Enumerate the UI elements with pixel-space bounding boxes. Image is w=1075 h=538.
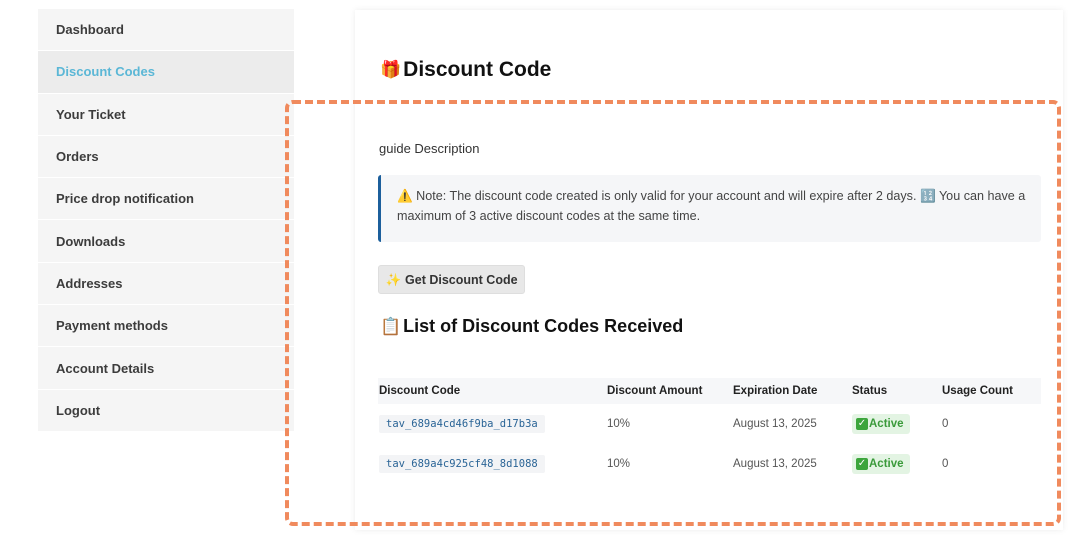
guide-description: guide Description <box>379 141 480 156</box>
table-row: tav_689a4c925cf48_8d1088 10% August 13, … <box>378 444 1041 484</box>
table-header: Discount Code Discount Amount Expiration… <box>378 378 1041 404</box>
sidebar-item-addresses[interactable]: Addresses <box>38 262 294 306</box>
page-title: 🎁 Discount Code <box>380 58 551 82</box>
sidebar-item-dashboard[interactable]: Dashboard <box>38 9 294 52</box>
discount-amount: 10% <box>607 458 631 470</box>
expiration-date: August 13, 2025 <box>733 458 817 470</box>
page-title-text: Discount Code <box>403 58 552 81</box>
usage-count: 0 <box>942 458 949 470</box>
sparkles-icon: ✨ <box>385 271 402 287</box>
sidebar-item-payment-methods[interactable]: Payment methods <box>38 305 294 348</box>
get-discount-code-button[interactable]: ✨ Get Discount Code <box>378 265 525 294</box>
discount-code[interactable]: tav_689a4cd46f9ba_d17b3a <box>379 415 545 433</box>
discount-amount: 10% <box>607 418 631 430</box>
gift-icon: 🎁 <box>380 60 402 80</box>
note-box: ⚠️ Note: The discount code created is on… <box>378 175 1041 242</box>
check-icon: ✓ <box>856 418 868 430</box>
status-text: Active <box>869 458 904 470</box>
sidebar-item-downloads[interactable]: Downloads <box>38 220 294 263</box>
status-text: Active <box>869 418 904 430</box>
status-badge: ✓ Active <box>852 454 910 474</box>
sidebar-item-your-ticket[interactable]: Your Ticket <box>38 93 294 136</box>
usage-count: 0 <box>942 418 949 430</box>
sidebar-item-account-details[interactable]: Account Details <box>38 347 294 390</box>
discount-codes-table: Discount Code Discount Amount Expiration… <box>378 378 1041 484</box>
discount-code[interactable]: tav_689a4c925cf48_8d1088 <box>379 455 545 473</box>
header-usage-count: Usage Count <box>942 385 1013 397</box>
status-badge: ✓ Active <box>852 414 910 434</box>
get-discount-code-label: Get Discount Code <box>405 272 518 287</box>
sidebar-item-discount-codes[interactable]: Discount Codes <box>38 51 294 94</box>
account-sidebar: Dashboard Discount Codes Your Ticket Ord… <box>38 9 294 432</box>
expiration-date: August 13, 2025 <box>733 418 817 430</box>
clipboard-icon: 📋 <box>380 316 402 337</box>
sidebar-item-orders[interactable]: Orders <box>38 135 294 179</box>
sidebar-item-price-drop-notification[interactable]: Price drop notification <box>38 178 294 221</box>
header-status: Status <box>852 385 888 397</box>
table-row: tav_689a4cd46f9ba_d17b3a 10% August 13, … <box>378 404 1041 444</box>
list-title: 📋 List of Discount Codes Received <box>380 316 683 337</box>
header-expiration-date: Expiration Date <box>733 385 818 397</box>
warning-icon: ⚠️ <box>397 188 413 203</box>
numbers-icon: 🔢 <box>919 188 936 203</box>
list-title-text: List of Discount Codes Received <box>403 316 684 336</box>
check-icon: ✓ <box>856 458 868 470</box>
note-text-1: Note: The discount code created is only … <box>412 189 920 203</box>
header-discount-amount: Discount Amount <box>607 385 703 397</box>
header-discount-code: Discount Code <box>379 385 461 397</box>
sidebar-item-logout[interactable]: Logout <box>38 389 294 432</box>
